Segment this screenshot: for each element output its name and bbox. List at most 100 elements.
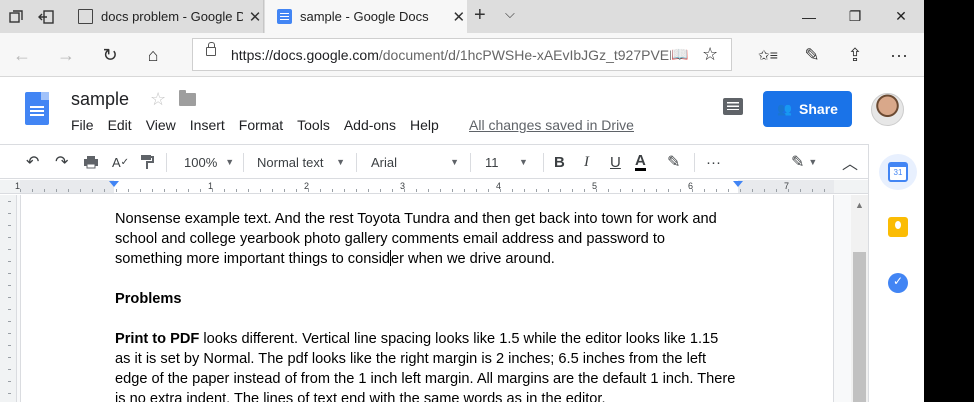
- vertical-ruler[interactable]: [0, 195, 17, 402]
- paragraph-line[interactable]: Nonsense example text. And the rest Toyo…: [115, 209, 755, 229]
- reading-view-icon[interactable]: 📖: [671, 46, 688, 63]
- forward-button[interactable]: →: [53, 42, 79, 68]
- ruler-tick: [308, 189, 309, 192]
- ruler-tick: [8, 393, 11, 394]
- font-size-select[interactable]: 11 ▼: [485, 152, 533, 172]
- undo-icon[interactable]: ↶: [26, 152, 39, 172]
- menu-insert[interactable]: Insert: [190, 117, 225, 133]
- font-select[interactable]: Arial ▼: [371, 152, 459, 172]
- ruler-tick: [404, 189, 405, 192]
- ruler-tick: [536, 189, 537, 192]
- scroll-up-arrow-icon[interactable]: ▲: [855, 200, 864, 210]
- dropdown-caret-icon: ▼: [519, 157, 528, 167]
- url-text[interactable]: https://docs.google.com/document/d/1hcPW…: [231, 47, 671, 63]
- zoom-select[interactable]: 100% ▼: [184, 152, 234, 172]
- document-title[interactable]: sample: [71, 89, 129, 110]
- right-indent-marker[interactable]: [733, 181, 743, 187]
- close-window-button[interactable]: ✕: [878, 0, 924, 33]
- more-icon[interactable]: ···: [886, 42, 912, 68]
- calendar-icon[interactable]: 31: [888, 162, 908, 182]
- tab-title: docs problem - Google Driv: [101, 9, 244, 24]
- refresh-button[interactable]: ↻: [97, 42, 123, 68]
- set-tabs-aside-icon[interactable]: [35, 6, 57, 28]
- font-size-value: 11: [485, 154, 499, 170]
- paragraph-line[interactable]: as it is set by Normal. The pdf looks li…: [115, 349, 755, 369]
- menu-edit[interactable]: Edit: [108, 117, 132, 133]
- share-icon[interactable]: ⇪: [842, 42, 868, 68]
- tab-actions-icon[interactable]: [5, 6, 27, 28]
- spellcheck-icon[interactable]: A ✓: [112, 152, 129, 172]
- ruler-tick: [8, 237, 11, 238]
- ruler-tick: [512, 189, 513, 192]
- menu-file[interactable]: File: [71, 117, 94, 133]
- ruler-tick: [248, 189, 249, 192]
- pen-icon[interactable]: ✎: [799, 42, 825, 68]
- favorites-icon[interactable]: ✩≡: [755, 42, 781, 68]
- tab-docs-problem[interactable]: docs problem - Google Driv ✕: [66, 0, 264, 33]
- ruler-tick: [8, 357, 11, 358]
- more-tools-button[interactable]: ···: [706, 152, 721, 172]
- ruler-tick: [632, 189, 633, 192]
- home-button[interactable]: ⌂: [140, 42, 166, 68]
- address-bar[interactable]: https://docs.google.com/document/d/1hcPW…: [192, 38, 732, 71]
- horizontal-ruler[interactable]: 1 1 2 3 4 5 6 7: [0, 180, 868, 194]
- star-icon[interactable]: ☆: [150, 89, 166, 110]
- ruler-tick: [8, 309, 11, 310]
- paragraph-style-select[interactable]: Normal text ▼: [257, 152, 345, 172]
- menu-add-ons[interactable]: Add-ons: [344, 117, 396, 133]
- heading-problems[interactable]: Problems: [115, 289, 755, 309]
- menu-view[interactable]: View: [146, 117, 176, 133]
- italic-button[interactable]: I: [584, 152, 589, 172]
- ruler-tick: [8, 369, 11, 370]
- people-icon: 👥: [777, 102, 793, 116]
- paragraph-line[interactable]: is no extra indent. The lines of text en…: [115, 389, 755, 402]
- print-icon[interactable]: [83, 152, 99, 172]
- tab-sample-google-docs[interactable]: sample - Google Docs ✕: [265, 0, 467, 33]
- left-indent-marker[interactable]: [109, 181, 119, 187]
- avatar[interactable]: [871, 93, 904, 126]
- paint-format-icon[interactable]: [140, 152, 154, 172]
- vertical-scrollbar[interactable]: ▲: [851, 195, 868, 402]
- save-status-link[interactable]: All changes saved in Drive: [469, 117, 634, 133]
- ruler-tick: [8, 333, 11, 334]
- bold-run: Print to PDF: [115, 331, 200, 347]
- share-button[interactable]: 👥 Share: [763, 91, 852, 127]
- paragraph-line[interactable]: something more important things to consi…: [115, 249, 755, 269]
- close-tab-icon[interactable]: ✕: [451, 8, 467, 26]
- collapse-menu-chevron-icon[interactable]: ︿: [842, 152, 858, 173]
- keep-icon[interactable]: [888, 217, 908, 237]
- close-tab-icon[interactable]: ✕: [247, 8, 263, 26]
- new-tab-button[interactable]: +: [474, 4, 486, 27]
- menu-format[interactable]: Format: [239, 117, 283, 133]
- menu-help[interactable]: Help: [410, 117, 439, 133]
- paragraph-line[interactable]: edge of the paper instead of from the 1 …: [115, 369, 755, 389]
- minimize-button[interactable]: —: [786, 0, 832, 33]
- menu-tools[interactable]: Tools: [297, 117, 330, 133]
- tasks-icon[interactable]: [888, 273, 908, 293]
- move-to-folder-icon[interactable]: [179, 90, 196, 106]
- paragraph-line[interactable]: school and college yearbook photo galler…: [115, 229, 755, 249]
- bold-button[interactable]: B: [554, 152, 565, 172]
- back-button[interactable]: ←: [9, 42, 35, 68]
- google-docs-logo-icon[interactable]: [25, 92, 49, 125]
- editing-mode-icon[interactable]: ✎ ▼: [791, 152, 817, 172]
- ruler-tick: [8, 297, 11, 298]
- favorite-star-icon[interactable]: ☆: [702, 44, 718, 65]
- tab-list-chevron-icon[interactable]: ⌵: [505, 6, 515, 22]
- redo-icon[interactable]: ↷: [55, 152, 68, 172]
- highlight-pen-icon[interactable]: ✎: [667, 152, 680, 172]
- browser-toolbar: ← → ↻ ⌂ https://docs.google.com/document…: [0, 33, 924, 77]
- comments-icon[interactable]: [723, 98, 743, 115]
- text-color-button[interactable]: A: [635, 152, 646, 172]
- scrollbar-thumb[interactable]: [853, 252, 866, 402]
- paragraph-line[interactable]: Print to PDF looks different. Vertical l…: [115, 329, 755, 349]
- restore-button[interactable]: ❐: [832, 0, 878, 33]
- ruler-tick: [44, 189, 45, 192]
- ruler-tick: [524, 189, 525, 192]
- ruler-tick: [320, 189, 321, 192]
- ruler-tick: [140, 189, 141, 192]
- text-before-cursor: something more important things to consi…: [115, 251, 390, 267]
- underline-button[interactable]: U: [610, 152, 621, 172]
- ruler-tick: [440, 189, 441, 192]
- ruler-tick: [560, 189, 561, 192]
